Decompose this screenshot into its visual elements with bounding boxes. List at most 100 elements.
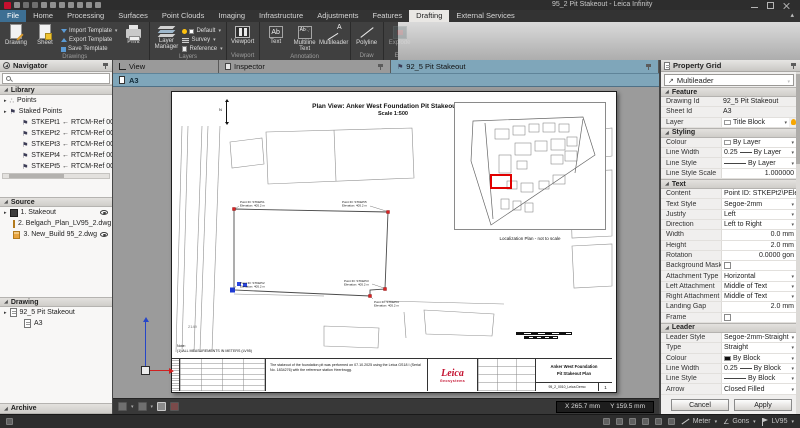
source-item-stakeout[interactable]: 1. Stakeout: [0, 207, 112, 218]
leader-colour-dropdown[interactable]: By Block: [721, 354, 796, 363]
app-status-icon[interactable]: [6, 418, 13, 425]
display-icon[interactable]: [95, 2, 101, 8]
tab-inspector[interactable]: Inspector: [219, 60, 391, 73]
source-item-newbuild[interactable]: 3. New_Build 95_2.dwg: [0, 229, 112, 240]
frame-checkbox[interactable]: [724, 314, 731, 321]
pin-icon[interactable]: [378, 63, 384, 71]
tab-surfaces[interactable]: Surfaces: [111, 10, 155, 22]
drawing-item-document[interactable]: 92_5 Pit Stakeout: [0, 307, 112, 318]
polyline-button[interactable]: Polyline: [354, 24, 380, 46]
section-archive[interactable]: Archive: [0, 403, 112, 414]
background-mask-checkbox[interactable]: [724, 262, 731, 269]
tab-drafting[interactable]: Drafting: [409, 10, 449, 22]
import-template-button[interactable]: Import Template: [61, 27, 117, 35]
width-field[interactable]: 0.0 mm: [721, 230, 796, 239]
undo-icon[interactable]: [23, 2, 29, 8]
close-button[interactable]: [783, 2, 790, 9]
layer-dropdown[interactable]: Title Block: [721, 118, 789, 127]
arrow-dropdown[interactable]: Closed Filled: [721, 384, 796, 393]
line-style-dropdown[interactable]: By Layer: [721, 158, 796, 167]
leader-line-style-dropdown[interactable]: By Block: [721, 374, 796, 383]
expand-icon[interactable]: [4, 209, 7, 216]
notes-status-icon[interactable]: [655, 418, 662, 425]
layer-manager-button[interactable]: Layer Manager: [153, 24, 179, 51]
vertical-scrollbar[interactable]: [796, 72, 800, 414]
ribbon-collapse-icon[interactable]: ▴: [790, 10, 794, 22]
tree-item-stkept4[interactable]: STKEPt4 ← RTCM-Ref 0000 (07/10/: [0, 150, 112, 161]
save-icon[interactable]: [14, 2, 20, 8]
leader-line-width-dropdown[interactable]: 0.25By Block: [721, 364, 796, 373]
rotation-field[interactable]: 0.0000 gon: [721, 251, 796, 260]
tab-infrastructure[interactable]: Infrastructure: [252, 10, 310, 22]
multiline-text-button[interactable]: Multiline Text: [292, 24, 318, 53]
expand-icon[interactable]: [4, 309, 7, 316]
horizontal-scrollbar[interactable]: [2, 173, 110, 179]
coordinate-system-dropdown[interactable]: LV95: [762, 418, 794, 426]
ortho-icon[interactable]: [629, 418, 636, 425]
text-style-dropdown[interactable]: Segoe-2mm: [721, 199, 796, 208]
expand-icon[interactable]: [4, 97, 7, 104]
minimize-button[interactable]: [751, 2, 758, 9]
image-icon[interactable]: [77, 2, 83, 8]
section-library[interactable]: Library: [0, 85, 112, 95]
angle-unit-dropdown[interactable]: ∠ Gons: [723, 418, 756, 426]
export-icon[interactable]: [59, 2, 65, 8]
tab-home[interactable]: Home: [26, 10, 60, 22]
section-leader[interactable]: Leader: [661, 323, 800, 333]
tab-imaging[interactable]: Imaging: [211, 10, 252, 22]
drawing-button[interactable]: Drawing: [3, 24, 29, 46]
direction-dropdown[interactable]: Left to Right: [721, 220, 796, 229]
section-drawing[interactable]: Drawing: [0, 297, 112, 307]
line-style-scale-field[interactable]: 1.000000: [721, 169, 796, 178]
line-width-dropdown[interactable]: 0.25By Layer: [721, 148, 796, 157]
distance-unit-dropdown[interactable]: Meter: [681, 418, 717, 425]
text-button[interactable]: Text: [263, 24, 289, 45]
cancel-button[interactable]: Cancel: [671, 399, 729, 411]
tab-view[interactable]: View: [113, 60, 219, 73]
tab-point-clouds[interactable]: Point Clouds: [155, 10, 212, 22]
grid-toggle-button[interactable]: [157, 402, 166, 411]
visibility-eye-icon[interactable]: [100, 232, 108, 237]
tab-file[interactable]: File: [0, 10, 26, 22]
pin-icon[interactable]: [791, 62, 797, 70]
justify-dropdown[interactable]: Left: [721, 210, 796, 219]
landing-gap-field[interactable]: 2.0 mm: [721, 302, 796, 311]
leader-type-dropdown[interactable]: Straight: [721, 343, 796, 352]
tree-item-stkept1[interactable]: STKEPt1 ← RTCM-Ref 0000 (07/10/: [0, 117, 112, 128]
tab-adjustments[interactable]: Adjustments: [310, 10, 365, 22]
flag-status-icon[interactable]: [668, 418, 675, 425]
apply-button[interactable]: Apply: [734, 399, 792, 411]
print-button[interactable]: Print: [120, 24, 146, 45]
pin-icon[interactable]: [103, 62, 109, 70]
section-styling[interactable]: Styling: [661, 128, 800, 138]
ucs-origin-marker[interactable]: [141, 366, 150, 375]
drawing-canvas[interactable]: N Plan View: Anker West Foundation Pit S…: [113, 87, 659, 398]
multileader-button[interactable]: Multileader: [321, 24, 347, 46]
layer-default-dropdown[interactable]: Default: [182, 27, 222, 35]
tab-external-services[interactable]: External Services: [449, 10, 521, 22]
tools-icon[interactable]: [86, 2, 92, 8]
view-mode-button[interactable]: [138, 402, 147, 411]
layers-status-icon[interactable]: [642, 418, 649, 425]
section-feature[interactable]: Feature: [661, 87, 800, 97]
selection-type-dropdown[interactable]: Multileader: [664, 74, 794, 86]
delete-icon[interactable]: [41, 2, 47, 8]
tab-features[interactable]: Features: [366, 10, 410, 22]
sheet-button[interactable]: Sheet: [32, 24, 58, 46]
left-attachment-dropdown[interactable]: Middle of Text: [721, 282, 796, 291]
right-attachment-dropdown[interactable]: Middle of Text: [721, 292, 796, 301]
leader-style-dropdown[interactable]: Segoe-2mm-Straight: [721, 333, 796, 342]
attachment-type-dropdown[interactable]: Horizontal: [721, 271, 796, 280]
export-template-button[interactable]: Export Template: [61, 36, 117, 44]
tab-document-92-5-pit-stakeout[interactable]: 92_5 Pit Stakeout: [391, 60, 659, 73]
height-field[interactable]: 2.0 mm: [721, 241, 796, 250]
section-text[interactable]: Text: [661, 179, 800, 189]
maximize-button[interactable]: [767, 2, 774, 9]
expand-icon[interactable]: [4, 108, 7, 115]
drawing-item-a3[interactable]: A3: [0, 318, 112, 329]
save-template-button[interactable]: Save Template: [61, 45, 117, 53]
chevron-down-icon[interactable]: ▾: [131, 404, 134, 410]
explode-button[interactable]: Explode: [387, 24, 413, 46]
layer-survey-dropdown[interactable]: Survey: [182, 36, 222, 44]
layer-reference-dropdown[interactable]: Reference: [182, 45, 222, 53]
